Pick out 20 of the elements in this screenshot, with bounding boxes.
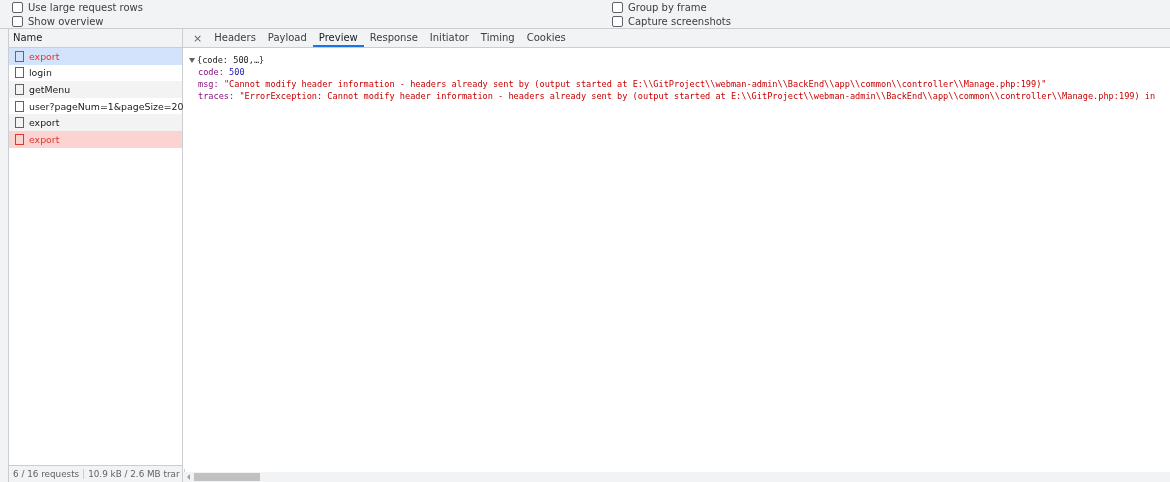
tab[interactable]: Payload bbox=[261, 29, 313, 47]
option-checkbox[interactable]: Show overview bbox=[12, 14, 612, 28]
close-button[interactable]: × bbox=[187, 29, 209, 47]
request-row[interactable]: getMenu bbox=[9, 81, 182, 98]
option-checkbox[interactable]: Use large request rows bbox=[12, 0, 612, 14]
tab[interactable]: Headers bbox=[208, 29, 262, 47]
json-entry: code: 500 bbox=[197, 66, 246, 78]
json-entry: msg: "Cannot modify header information - headers already sent by (output started at E:\\GitProject\\webman-admin\\BackEnd\\app\\common\\controller\\Manage.php:199)" bbox=[197, 78, 1048, 90]
tab[interactable]: Initiator bbox=[423, 29, 475, 47]
status-text: 6 / 16 requests bbox=[9, 469, 85, 479]
tab[interactable]: Timing bbox=[474, 29, 521, 47]
tab[interactable]: Response bbox=[363, 29, 424, 47]
column-header[interactable]: Name bbox=[9, 29, 182, 48]
object-summary: {code: 500,…} bbox=[197, 54, 265, 66]
option-checkbox[interactable]: Capture screenshots bbox=[612, 14, 1170, 28]
request-row[interactable]: export bbox=[9, 114, 182, 131]
tab[interactable]: Preview bbox=[312, 29, 364, 47]
option-checkbox[interactable]: Group by frame bbox=[612, 0, 1170, 14]
json-entry: traces: "ErrorException: Cannot modify header information - headers already sent by (output started at E:\\GitProject\\webman-admin\\BackEnd\\app\\common\\controller\\Manage.php:199) in bbox=[197, 90, 1157, 102]
tab[interactable]: Cookies bbox=[520, 29, 572, 47]
